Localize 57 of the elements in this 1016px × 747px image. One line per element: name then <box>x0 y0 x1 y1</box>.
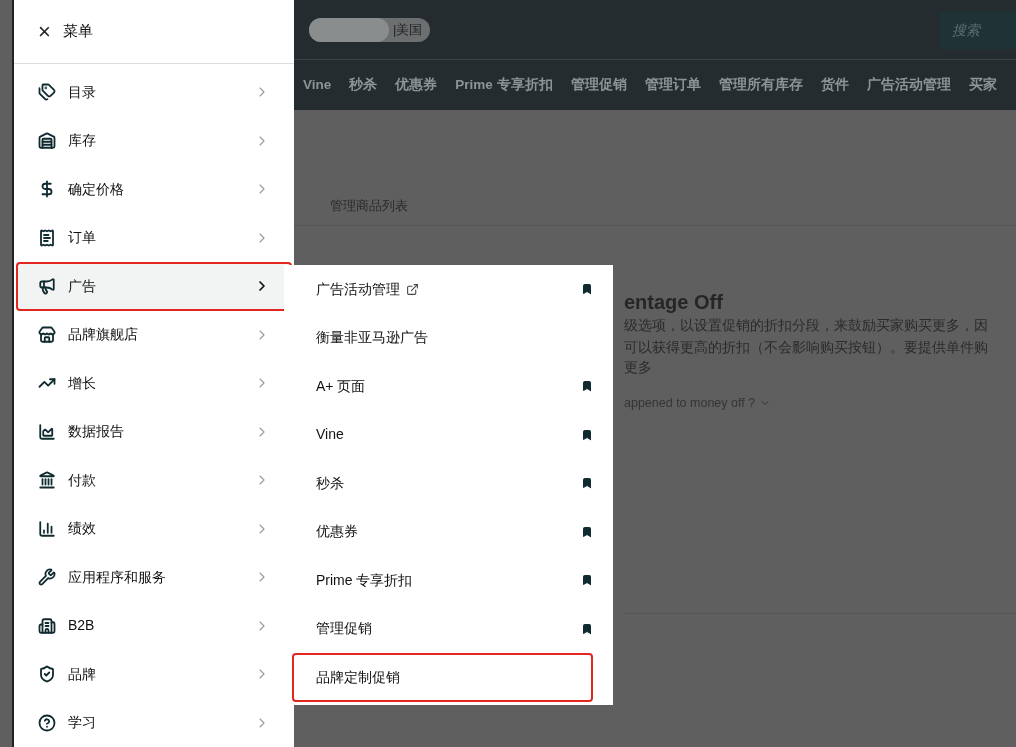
nav-link[interactable]: 广告活动管理 <box>866 74 951 96</box>
bookmark-icon[interactable] <box>581 380 593 393</box>
menu-item[interactable]: 付款 <box>16 456 292 505</box>
submenu-item[interactable]: 管理促销 <box>292 604 605 653</box>
tags-icon <box>38 83 56 102</box>
shield-check-icon <box>38 665 56 684</box>
submenu-item[interactable]: 衡量非亚马逊广告 <box>292 313 605 362</box>
menu-item[interactable]: 库存 <box>16 116 292 165</box>
submenu-item[interactable]: Vine <box>292 410 605 459</box>
bar-chart-icon <box>38 519 56 538</box>
submenu-item[interactable]: 优惠券 <box>292 507 605 556</box>
close-button[interactable]: × <box>38 20 51 43</box>
external-link-icon <box>406 282 419 296</box>
menu-item[interactable]: 数据报告 <box>16 407 292 456</box>
megaphone-icon <box>38 277 56 296</box>
menu-item[interactable]: 目录 <box>16 68 292 117</box>
menu-item[interactable]: 绩效 <box>16 504 292 553</box>
storefront-icon <box>38 325 56 344</box>
bookmark-icon[interactable] <box>581 525 593 538</box>
menu-item[interactable]: 品牌旗舰店 <box>16 310 292 359</box>
submenu-item[interactable]: 品牌定制促销 <box>292 653 593 702</box>
nav-link[interactable]: 管理促销 <box>570 74 627 96</box>
nav-link[interactable]: Vine <box>303 74 332 96</box>
tools-icon <box>38 568 56 587</box>
receipt-icon <box>38 228 56 247</box>
building-icon <box>38 616 56 635</box>
bookmark-icon[interactable] <box>581 477 593 490</box>
nav-link[interactable]: 买家 <box>968 74 997 96</box>
submenu-item[interactable]: A+ 页面 <box>292 362 605 411</box>
menu-item[interactable]: B2B <box>16 601 292 650</box>
menu-item[interactable]: 订单 <box>16 213 292 262</box>
nav-link[interactable]: 管理所有库存 <box>718 74 803 96</box>
bookmark-icon[interactable] <box>581 428 593 441</box>
menu-item[interactable]: 增长 <box>16 359 292 408</box>
bookmark-icon[interactable] <box>581 622 593 635</box>
nav-link[interactable]: 优惠券 <box>395 74 438 96</box>
question-icon <box>38 713 56 732</box>
menu-title: 菜单 <box>62 21 93 42</box>
submenu-item[interactable]: 秒杀 <box>292 459 605 508</box>
bank-icon <box>38 471 56 490</box>
area-chart-icon <box>38 422 56 441</box>
menu-item[interactable]: 广告 <box>16 262 292 311</box>
menu-item[interactable]: 学习 <box>16 698 292 747</box>
menu-item[interactable]: 应用程序和服务 <box>16 553 292 602</box>
bookmark-icon[interactable] <box>581 283 593 296</box>
menu-item[interactable]: 确定价格 <box>16 165 292 214</box>
menu-item[interactable]: 品牌 <box>16 650 292 699</box>
nav-link[interactable]: 货件 <box>820 74 849 96</box>
nav-link[interactable]: 管理订单 <box>644 74 701 96</box>
bookmark-icon[interactable] <box>581 574 593 587</box>
submenu-item[interactable]: Prime 专享折扣 <box>292 556 605 605</box>
search-field[interactable]: 搜索 <box>940 10 1016 49</box>
warehouse-icon <box>38 131 56 150</box>
page-heading: entage Off <box>624 290 724 314</box>
nav-link[interactable]: 秒杀 <box>349 74 378 96</box>
nav-link[interactable]: Prime 专享折扣 <box>455 74 553 96</box>
submenu-item[interactable]: 广告活动管理 <box>292 265 605 314</box>
